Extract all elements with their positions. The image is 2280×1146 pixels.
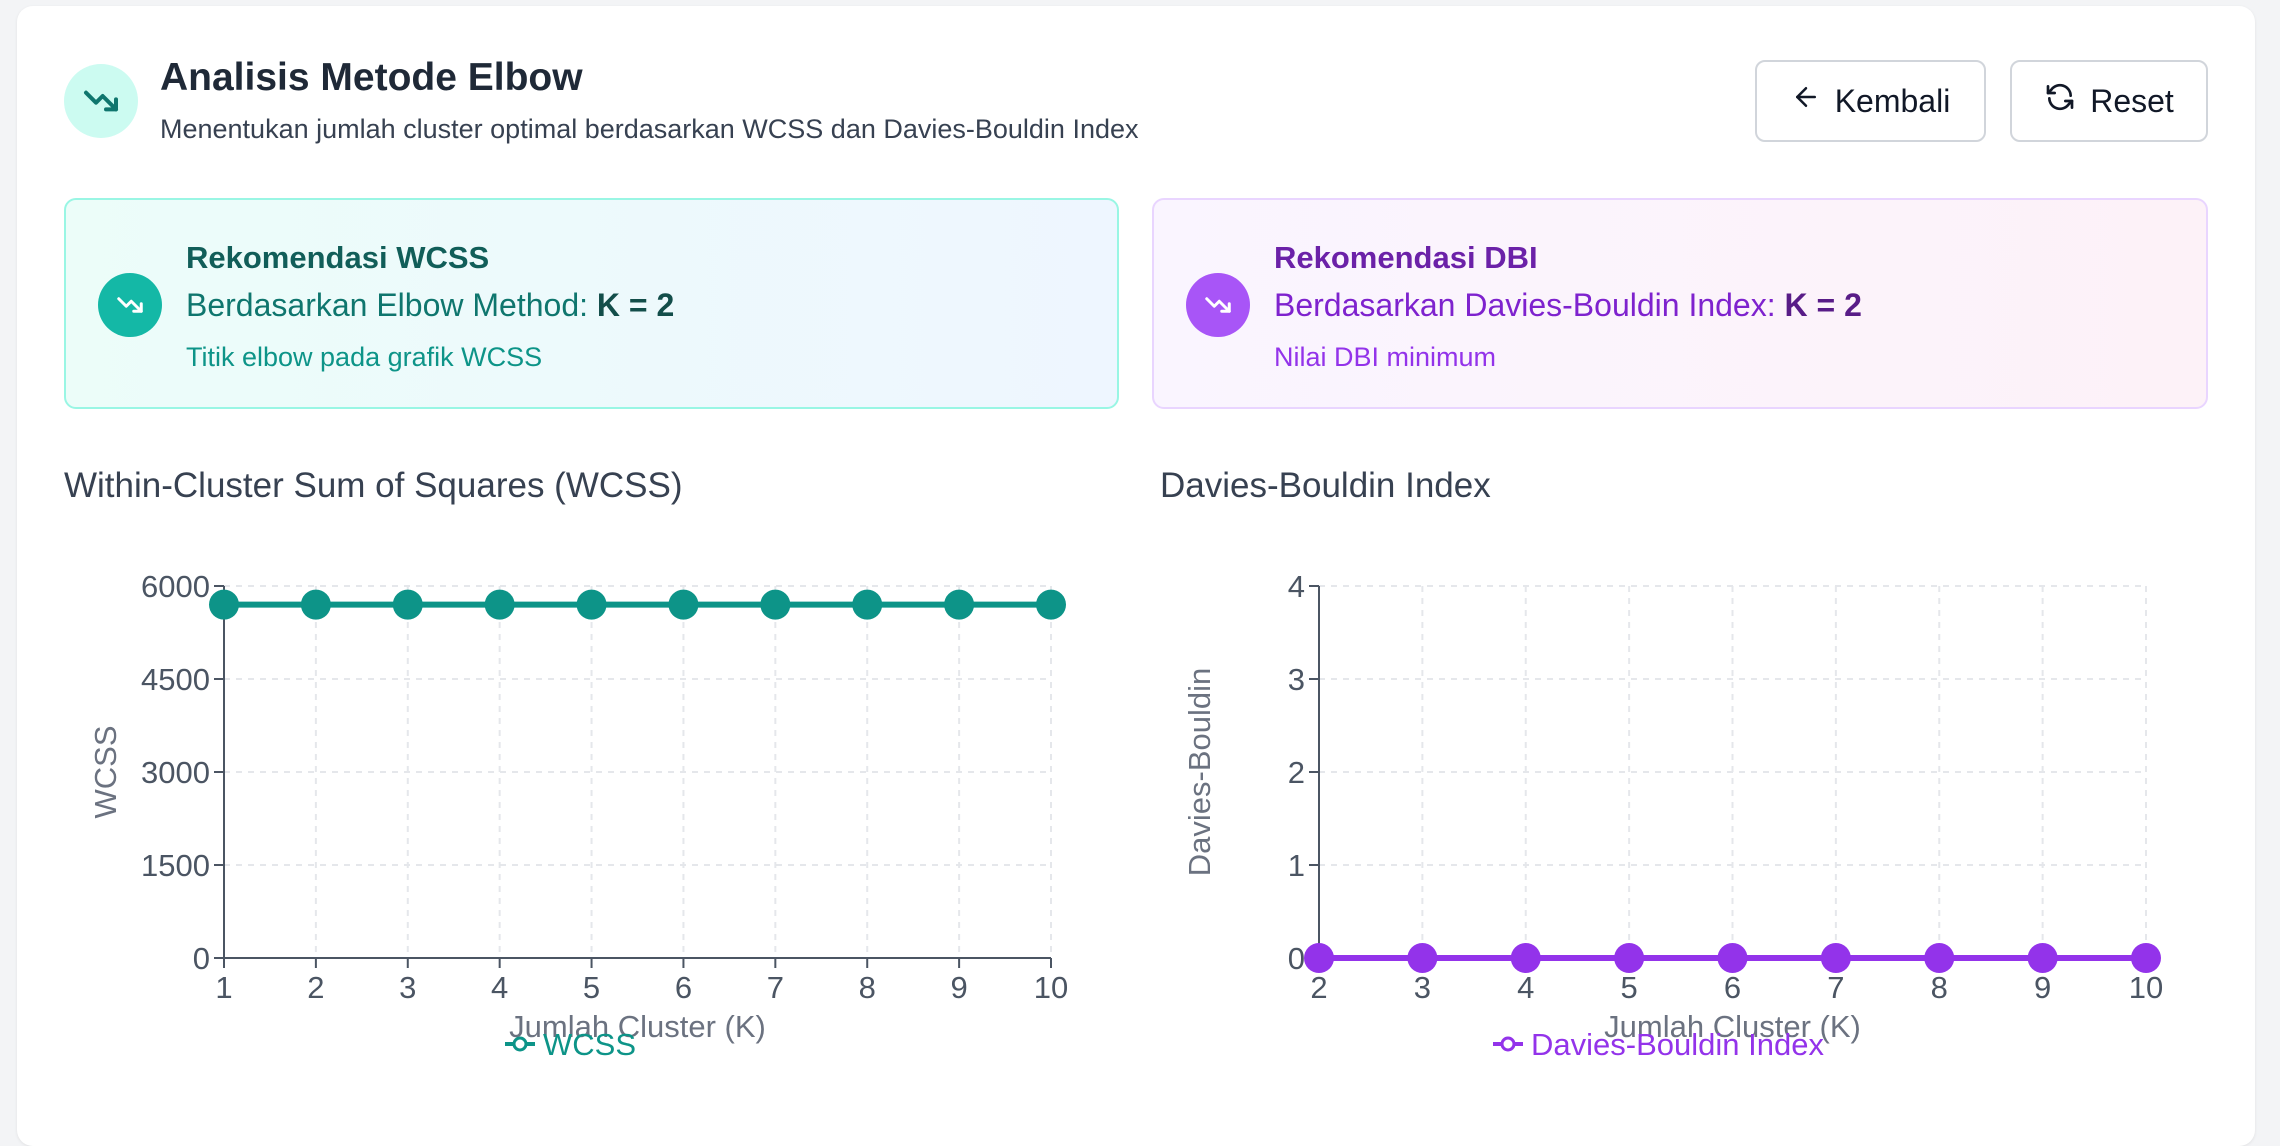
dbi-xtick-label: 6 [1724, 970, 1741, 1005]
dbi-ytick-label: 1 [1288, 848, 1305, 883]
wcss-ytick-label: 6000 [141, 569, 210, 604]
wcss-xtick-label: 9 [950, 970, 967, 1005]
dbi-xtick-label: 2 [1310, 970, 1327, 1005]
wcss-ytick-label: 3000 [141, 755, 210, 790]
dbi-data-point [1717, 943, 1748, 973]
wcss-xtick-label: 5 [583, 970, 600, 1005]
wcss-legend-marker [512, 1036, 528, 1052]
dbi-data-point [1614, 943, 1645, 973]
wcss-data-point [852, 589, 883, 620]
dbi-ytick-label: 0 [1288, 941, 1305, 976]
wcss-xtick-label: 4 [491, 970, 508, 1005]
dbi-data-point [1510, 943, 1541, 973]
wcss-xtick-label: 1 [215, 970, 232, 1005]
dbi-xtick-label: 10 [2129, 970, 2163, 1005]
dbi-legend-marker [1500, 1036, 1516, 1052]
wcss-data-point [668, 589, 699, 620]
wcss-xtick-label: 3 [399, 970, 416, 1005]
dbi-legend-label: Davies-Bouldin Index [1531, 1027, 1824, 1062]
wcss-data-point [576, 589, 607, 620]
dbi-y-axis-label: Davies-Bouldin [1182, 668, 1217, 877]
dbi-data-point [1407, 943, 1438, 973]
dbi-data-point [1304, 943, 1334, 973]
dbi-xtick-label: 4 [1517, 970, 1534, 1005]
dbi-data-point [1924, 943, 1955, 973]
charts-canvas: 015003000450060001 2 3 4 5 6 7 8 9 10WCSSJumlah C… [88, 569, 2163, 1062]
wcss-xtick-label: 10 [1034, 970, 1068, 1005]
dbi-ytick-label: 2 [1288, 755, 1305, 790]
wcss-data-point [209, 589, 239, 620]
dbi-xtick-label: 8 [1931, 970, 1948, 1005]
wcss-xtick-label: 8 [859, 970, 876, 1005]
wcss-xtick-label: 7 [767, 970, 784, 1005]
dbi-ytick-label: 3 [1288, 662, 1305, 697]
wcss-data-point [484, 589, 515, 620]
wcss-data-point [760, 589, 791, 620]
dbi-xtick-label: 9 [2034, 970, 2051, 1005]
dbi-xtick-label: 7 [1827, 970, 1844, 1005]
dbi-ytick-label: 4 [1288, 569, 1305, 604]
wcss-xtick-label: 2 [307, 970, 324, 1005]
dbi-data-point [2131, 943, 2161, 973]
dbi-chart: 012342 3 4 5 6 7 8 9 10Davies-BouldinJumlah Clus… [1182, 569, 2163, 1062]
wcss-y-axis-label: WCSS [88, 726, 123, 819]
wcss-chart: 015003000450060001 2 3 4 5 6 7 8 9 10WCSSJumlah C… [88, 569, 1068, 1062]
wcss-ytick-label: 4500 [141, 662, 210, 697]
wcss-ytick-label: 0 [193, 941, 210, 976]
wcss-data-point [1036, 589, 1066, 620]
wcss-xtick-label: 6 [675, 970, 692, 1005]
wcss-data-point [300, 589, 331, 620]
wcss-ytick-label: 1500 [141, 848, 210, 883]
wcss-data-point [944, 589, 975, 620]
wcss-legend-label: WCSS [543, 1027, 636, 1062]
dbi-data-point [2027, 943, 2058, 973]
wcss-data-point [392, 589, 423, 620]
dbi-xtick-label: 3 [1414, 970, 1431, 1005]
dbi-xtick-label: 5 [1621, 970, 1638, 1005]
dbi-data-point [1820, 943, 1851, 973]
